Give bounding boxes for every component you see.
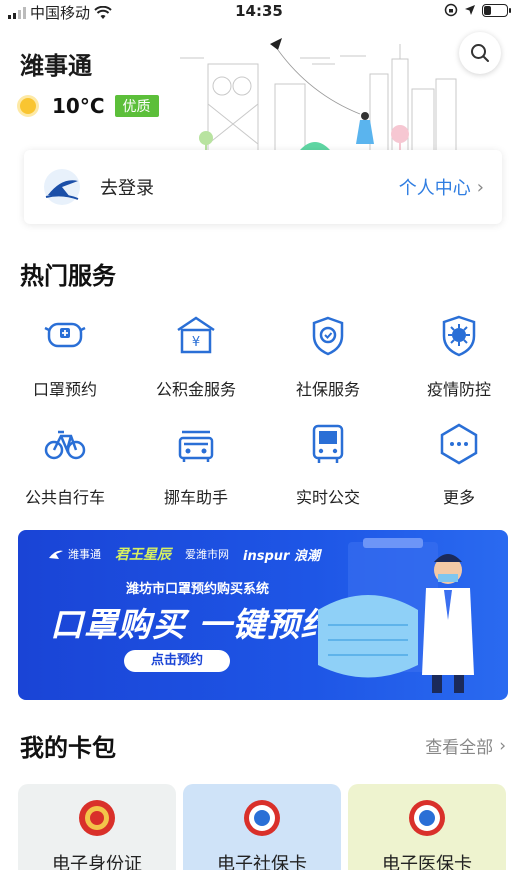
view-all-label: 查看全部 bbox=[425, 738, 494, 758]
search-icon bbox=[471, 44, 489, 62]
card-label: 电子社保卡 bbox=[217, 854, 307, 870]
status-bar: 中国移动 14:35 bbox=[0, 0, 518, 24]
partner-name: 潍事通 bbox=[68, 548, 101, 561]
card-label: 电子医保卡 bbox=[382, 854, 472, 870]
login-link[interactable]: 去登录 bbox=[100, 174, 399, 200]
banner-subtitle: 潍坊市口罩预约购买系统 bbox=[126, 582, 270, 597]
mask-reservation-banner[interactable]: 潍事通 君王星辰 爱潍市网 inspur 浪潮 潍坊市口罩预约购买系统 口罩购买… bbox=[18, 530, 508, 700]
location-icon bbox=[465, 5, 475, 15]
service-label: 实时公交 bbox=[295, 488, 360, 507]
shield-icon bbox=[312, 316, 344, 356]
service-label: 公共自行车 bbox=[24, 488, 105, 507]
service-label: 更多 bbox=[442, 488, 475, 507]
service-move-car[interactable]: 挪车助手 bbox=[131, 422, 261, 508]
status-right bbox=[444, 3, 511, 17]
header: 潍事通 10°C 优质 bbox=[0, 24, 518, 152]
app-logo-icon bbox=[49, 550, 63, 559]
service-housing-fund[interactable]: ¥ 公积金服务 bbox=[131, 314, 261, 400]
temperature: 10°C bbox=[52, 94, 105, 118]
battery-icon bbox=[482, 3, 511, 17]
card-pack-title: 我的卡包 bbox=[20, 734, 116, 762]
partner-junwang: 君王星辰 bbox=[115, 544, 171, 564]
service-more[interactable]: 更多 bbox=[394, 422, 518, 508]
weather-row: 10°C 优质 bbox=[20, 94, 159, 118]
card-social-security[interactable]: 电子社保卡 bbox=[183, 784, 341, 870]
service-label: 口罩预约 bbox=[32, 380, 97, 399]
search-button[interactable] bbox=[459, 32, 501, 74]
social-security-emblem-icon bbox=[244, 800, 280, 836]
orientation-lock-icon bbox=[444, 3, 458, 17]
service-realtime-bus[interactable]: 实时公交 bbox=[263, 422, 393, 508]
app-title: 潍事通 bbox=[20, 52, 92, 80]
personal-center-link[interactable]: 个人中心 › bbox=[399, 174, 484, 200]
service-mask-reservation[interactable]: 口罩预约 bbox=[0, 314, 130, 400]
card-electronic-id[interactable]: 电子身份证 bbox=[18, 784, 176, 870]
more-icon bbox=[440, 423, 478, 465]
service-label: 挪车助手 bbox=[163, 488, 228, 507]
air-quality-badge: 优质 bbox=[114, 95, 159, 117]
chevron-right-icon: › bbox=[499, 735, 506, 756]
banner-cta-button[interactable]: 点击预约 bbox=[124, 650, 230, 672]
bus-icon bbox=[312, 424, 344, 463]
mask-icon bbox=[44, 322, 86, 348]
partner-weishitong: 潍事通 bbox=[48, 546, 101, 562]
service-label: 疫情防控 bbox=[426, 380, 491, 399]
login-card[interactable]: 去登录 个人中心 › bbox=[24, 150, 502, 224]
card-medical-insurance[interactable]: 电子医保卡 bbox=[348, 784, 506, 870]
doctor-mask-illustration bbox=[318, 538, 474, 693]
sun-icon bbox=[20, 98, 36, 114]
hot-services-title: 热门服务 bbox=[20, 262, 116, 290]
bicycle-icon bbox=[44, 430, 86, 460]
banner-partner-logos: 潍事通 君王星辰 爱潍市网 inspur 浪潮 bbox=[48, 544, 320, 564]
medical-insurance-emblem-icon bbox=[409, 800, 445, 836]
car-icon bbox=[178, 430, 214, 462]
status-time: 14:35 bbox=[235, 2, 283, 20]
service-label: 社保服务 bbox=[295, 380, 360, 399]
service-social-security[interactable]: 社保服务 bbox=[263, 314, 393, 400]
city-skyline-illustration bbox=[180, 38, 457, 152]
partner-name: 君王星辰 bbox=[115, 547, 171, 563]
service-epidemic-control[interactable]: 疫情防控 bbox=[394, 314, 518, 400]
battery-level bbox=[484, 5, 491, 15]
card-label: 电子身份证 bbox=[52, 854, 142, 870]
service-label: 公积金服务 bbox=[155, 380, 236, 399]
national-emblem-icon bbox=[79, 800, 115, 836]
service-public-bicycle[interactable]: 公共自行车 bbox=[0, 422, 130, 508]
app-logo-icon bbox=[44, 169, 80, 205]
personal-center-label: 个人中心 bbox=[398, 178, 471, 199]
partner-name: 爱潍市网 bbox=[185, 548, 229, 561]
partner-aiweifang: 爱潍市网 bbox=[185, 546, 229, 562]
svg-text:¥: ¥ bbox=[192, 335, 200, 350]
banner-headline: 口罩购买 一键预约 bbox=[50, 605, 335, 644]
virus-shield-icon bbox=[442, 315, 476, 357]
chevron-right-icon: › bbox=[476, 176, 484, 198]
view-all-cards-link[interactable]: 查看全部 › bbox=[425, 733, 506, 759]
fund-icon: ¥ bbox=[177, 316, 215, 354]
